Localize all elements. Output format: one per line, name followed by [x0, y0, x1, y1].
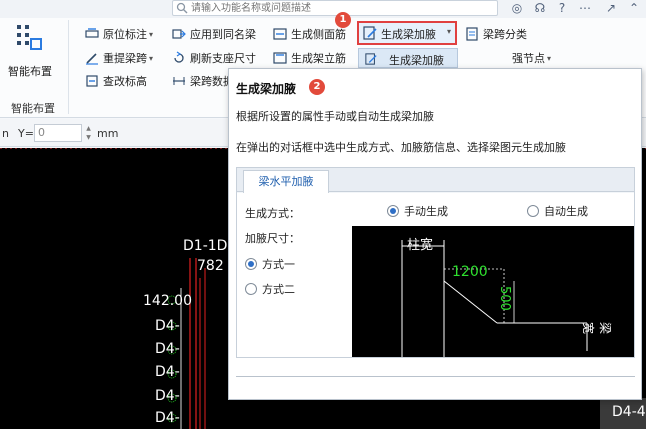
manual-generate-label: 手动生成: [404, 205, 448, 218]
re-extract-span-label: 重提梁跨: [103, 52, 147, 65]
function-search-box[interactable]: [172, 0, 498, 16]
search-icon: [176, 2, 188, 14]
ribbon-separator: [68, 20, 69, 114]
mode-one-label: 方式一: [262, 258, 295, 271]
tooltip-title: 生成梁加腋: [236, 82, 297, 96]
more-icon[interactable]: ⋯: [578, 1, 592, 15]
radio-selected-icon: [387, 205, 399, 217]
pen-icon: [86, 53, 98, 65]
haunch-length-label: 1200: [452, 264, 488, 280]
apply-same-name-beam-button[interactable]: 应用到同名梁: [172, 25, 256, 43]
beam-width-label: 梁宽: [581, 322, 612, 335]
step-badge-1: 1: [335, 12, 351, 28]
chevron-down-icon: ▾: [447, 27, 452, 36]
y-coord-spinner[interactable]: ▲ ▼: [84, 124, 93, 142]
smart-layout-label: 智能布置: [8, 65, 52, 78]
tooltip-instructions: 在弹出的对话框中选中生成方式、加腋筋信息、选择梁图元生成加腋: [236, 141, 566, 154]
span-data-icon: [173, 77, 185, 85]
classify-icon: [466, 27, 478, 41]
beam-label: 142.00: [143, 293, 192, 309]
haunch-diagram: 柱宽 1200 500 梁宽: [352, 226, 634, 357]
beam-span-classify-label: 梁跨分类: [483, 28, 527, 41]
manual-generate-radio[interactable]: 手动生成: [387, 203, 448, 219]
smart-layout-icon: [17, 25, 42, 50]
y-coord-input[interactable]: 0: [34, 124, 82, 142]
dialog-body: 生成方式： 手动生成 自动生成 加腋尺寸： 方式一 方式二 柱宽 1200 50…: [237, 193, 634, 357]
haunch-tooltip-popup: 生成梁加腋 2 根据所设置的属性手动或自动生成梁加腋 在弹出的对话框中选中生成方…: [228, 68, 642, 400]
tooltip-description: 根据所设置的属性手动或自动生成梁加腋: [236, 110, 434, 123]
check-elevation-label: 查改标高: [103, 75, 147, 88]
headset-icon[interactable]: ☊: [533, 1, 547, 15]
chevron-down-icon: ▾: [547, 53, 552, 63]
unit-label: mm: [97, 127, 119, 140]
generate-erection-rebar-button[interactable]: 生成架立筋: [273, 49, 346, 67]
tooltip-divider: [236, 376, 635, 377]
beam-label: D4-: [155, 318, 180, 334]
generate-beam-haunch-button[interactable]: 生成梁加腋 ▾: [357, 21, 457, 45]
beam-span-classify-button[interactable]: 梁跨分类: [465, 25, 527, 43]
radio-icon: [527, 205, 539, 217]
refresh-icon: [174, 51, 184, 63]
mode-two-radio[interactable]: 方式二: [245, 281, 295, 297]
haunch-dropdown-item[interactable]: 生成梁加腋: [358, 48, 458, 68]
in-situ-annotation-button[interactable]: 原位标注 ▾: [85, 25, 153, 43]
coord-truncated-label: n: [2, 127, 9, 140]
mode-two-label: 方式二: [262, 283, 295, 296]
haunch-height-label: 500: [497, 286, 512, 311]
generate-beam-haunch-label: 生成梁加腋: [381, 28, 436, 41]
haunch-edit-icon: [365, 53, 377, 65]
step-badge-2: 2: [309, 79, 325, 95]
auto-generate-label: 自动生成: [544, 205, 588, 218]
refresh-support-size-label: 刷新支座尺寸: [190, 52, 256, 65]
share-icon[interactable]: ↗: [604, 1, 618, 15]
beam-label: D4-: [155, 388, 180, 404]
mode-one-radio[interactable]: 方式一: [245, 256, 295, 272]
column-width-label: 柱宽: [407, 238, 434, 253]
haunch-edit-icon: [363, 26, 377, 40]
auto-generate-radio[interactable]: 自动生成: [527, 203, 588, 219]
y-coord-label: Y=: [18, 127, 34, 140]
smart-layout-button[interactable]: 智能布置: [0, 18, 60, 100]
beam-label: D4-: [155, 410, 180, 426]
beam-label: D4-4: [612, 404, 646, 420]
chevron-down-icon: ▾: [149, 53, 154, 63]
chevron-down-icon: ▾: [149, 29, 154, 39]
haunch-dropdown-label: 生成梁加腋: [389, 54, 444, 67]
strong-node-button[interactable]: 强节点 ▾: [512, 49, 551, 67]
haunch-dialog-preview: 梁水平加腋 生成方式： 手动生成 自动生成 加腋尺寸： 方式一 方式二 柱宽 1…: [236, 167, 635, 358]
beam-label: 782: [197, 258, 224, 274]
apply-same-name-beam-label: 应用到同名梁: [190, 28, 256, 41]
generate-side-rebar-button[interactable]: 生成侧面筋: [273, 25, 346, 43]
radio-selected-icon: [245, 258, 257, 270]
generate-erection-rebar-label: 生成架立筋: [291, 52, 346, 65]
elevation-icon: [86, 75, 98, 87]
erection-rebar-icon: [273, 52, 287, 64]
user-icon[interactable]: ◎: [510, 1, 524, 15]
check-elevation-button[interactable]: 查改标高: [85, 72, 147, 90]
gen-mode-label: 生成方式：: [245, 207, 300, 220]
re-extract-span-button[interactable]: 重提梁跨 ▾: [85, 49, 153, 67]
annotation-icon: [85, 28, 99, 38]
help-icon[interactable]: ?: [555, 1, 569, 15]
beam-span-data-button[interactable]: 梁跨数据: [172, 72, 234, 90]
beam-label: D1-1D: [183, 238, 228, 254]
refresh-support-size-button[interactable]: 刷新支座尺寸: [172, 49, 256, 67]
collapse-icon[interactable]: ⌃: [627, 1, 641, 15]
ribbon-group-label: 智能布置: [11, 102, 55, 115]
in-situ-annotation-label: 原位标注: [103, 28, 147, 41]
strong-node-label: 强节点: [512, 52, 545, 65]
generate-side-rebar-label: 生成侧面筋: [291, 28, 346, 41]
tab-horizontal-haunch[interactable]: 梁水平加腋: [243, 170, 329, 193]
radio-icon: [245, 283, 257, 295]
side-rebar-icon: [273, 28, 287, 40]
beam-label: D4-: [155, 341, 180, 357]
haunch-size-label: 加腋尺寸：: [245, 232, 300, 245]
apply-icon: [172, 29, 186, 39]
beam-label: D4-: [155, 364, 180, 380]
